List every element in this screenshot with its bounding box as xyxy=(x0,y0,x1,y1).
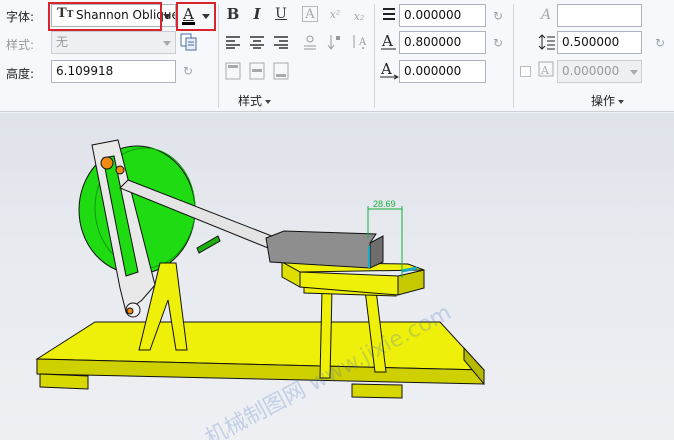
style-dropdown-icon[interactable] xyxy=(163,41,171,46)
frame-text-button[interactable]: A xyxy=(302,6,318,22)
bold-button[interactable]: B xyxy=(223,4,243,24)
align-center-icon[interactable] xyxy=(249,35,265,49)
line-spacing-value: 0.500000 xyxy=(562,35,620,49)
text-style-ribbon: 字体: Shannon Oblique TT A B I U A x² x₂ 样… xyxy=(0,0,674,112)
width-factor-input[interactable]: 0.800000 xyxy=(399,31,486,54)
slant-angle-value: 0.000000 xyxy=(404,8,462,22)
slider-block xyxy=(265,230,377,269)
crank-pin xyxy=(100,156,114,170)
style-manager-icon[interactable] xyxy=(180,33,197,51)
ribbon-separator xyxy=(374,4,375,108)
width-factor-icon: A xyxy=(381,33,396,50)
underline-button[interactable]: U xyxy=(271,4,291,24)
height-value: 6.109918 xyxy=(56,64,114,78)
justify-middle-icon[interactable] xyxy=(249,62,265,80)
slot-pin xyxy=(115,165,125,175)
italic-button[interactable]: I xyxy=(247,4,267,24)
svg-text:A: A xyxy=(380,60,392,78)
align-left-icon[interactable] xyxy=(225,35,241,49)
width-factor-value: 0.800000 xyxy=(404,35,462,49)
font-label: 字体: xyxy=(6,10,35,24)
line-spacing-input[interactable]: 0.500000 xyxy=(557,31,642,54)
mirror-checkbox[interactable] xyxy=(520,66,531,77)
base-foot-right xyxy=(351,383,403,399)
height-label: 高度: xyxy=(6,67,35,81)
width-reset-icon[interactable]: ↻ xyxy=(491,36,505,50)
line-spacing-reset-icon[interactable]: ↻ xyxy=(653,36,667,50)
font-highlight-box xyxy=(48,2,162,31)
height-input[interactable]: 6.109918 xyxy=(51,60,176,83)
svg-text:A: A xyxy=(358,37,367,48)
char-spacing-value: 0.000000 xyxy=(404,64,462,78)
operations-group-text: 操作 xyxy=(591,94,616,108)
char-spacing-input[interactable]: 0.000000 xyxy=(399,60,486,83)
slant-angle-input[interactable]: 0.000000 xyxy=(399,4,486,27)
superscript-button[interactable]: x² xyxy=(325,4,345,24)
svg-text:A: A xyxy=(381,33,393,50)
rocker-bottom-pin-center xyxy=(126,307,134,315)
char-spacing-icon: A xyxy=(380,60,399,80)
chevron-down-icon xyxy=(265,99,272,104)
align-right-icon[interactable] xyxy=(273,35,289,49)
base-foot-left xyxy=(39,373,89,390)
slant-reset-icon[interactable]: ↻ xyxy=(491,9,505,23)
ribbon-separator xyxy=(513,4,514,108)
text-color-highlight-box xyxy=(176,2,216,31)
line-spacing-icon xyxy=(538,34,555,50)
font-dropdown-arrow-icon[interactable] xyxy=(163,14,171,19)
dimension-value: 28.69 xyxy=(373,199,396,209)
mirror-dropdown-icon[interactable] xyxy=(630,70,638,75)
style-label: 样式: xyxy=(6,38,35,52)
ribbon-separator xyxy=(218,4,219,108)
style-value: 无 xyxy=(56,35,69,49)
text-orientation-icon[interactable]: A xyxy=(350,33,368,51)
chevron-down-icon xyxy=(618,99,625,104)
justify-top-icon[interactable] xyxy=(225,62,241,80)
vertical-align-icon[interactable] xyxy=(326,33,342,51)
style-group-label[interactable]: 样式 xyxy=(238,92,272,109)
subscript-button[interactable]: x₂ xyxy=(349,6,369,26)
text-slant-icon: A xyxy=(541,7,552,23)
mirror-value: 0.000000 xyxy=(562,64,620,78)
svg-text:A: A xyxy=(540,64,550,77)
justify-bottom-icon[interactable] xyxy=(273,62,289,80)
slant-angle-icon xyxy=(383,8,395,20)
mirror-icon: A xyxy=(538,61,554,77)
anchor-point-icon[interactable] xyxy=(302,33,318,51)
style-select[interactable]: 无 xyxy=(51,31,176,54)
model-viewport[interactable]: 28.69 机械制图网 www.jixie.com xyxy=(0,113,674,440)
crank-slider-model: 28.69 机械制图网 www.jixie.com xyxy=(35,139,486,440)
style-group-text: 样式 xyxy=(238,94,263,108)
height-reset-icon[interactable]: ↻ xyxy=(181,64,195,78)
slant-input[interactable] xyxy=(557,4,642,27)
operations-group-label[interactable]: 操作 xyxy=(591,92,625,109)
green-shaft xyxy=(196,235,221,254)
